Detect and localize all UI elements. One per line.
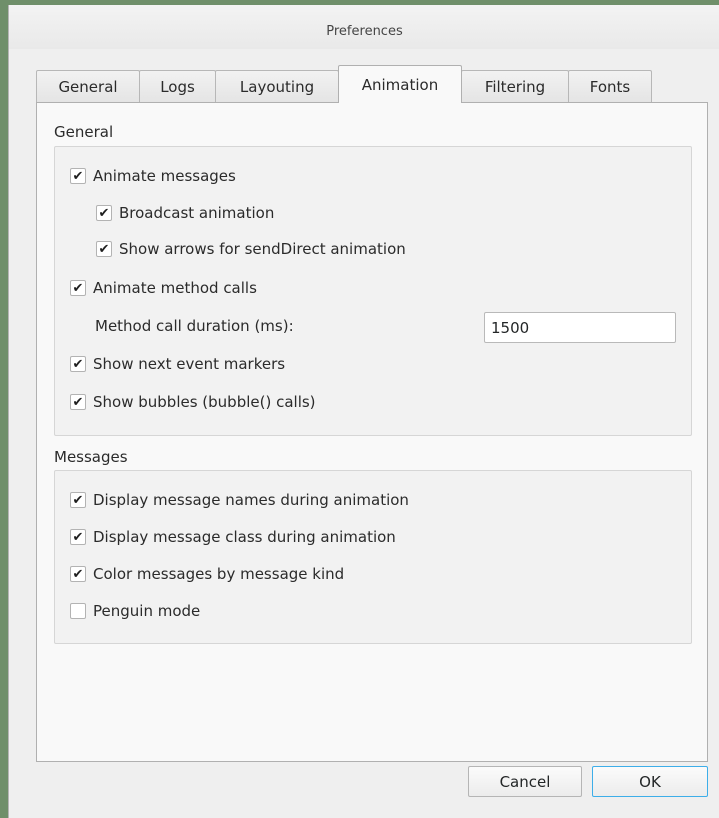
- display-message-class-checkbox[interactable]: ✔: [70, 529, 86, 545]
- animate-method-calls-checkbox[interactable]: ✔: [70, 280, 86, 296]
- tab-general[interactable]: General: [36, 70, 140, 103]
- animation-tab-panel: General ✔ Animate messages ✔ Broadcast a…: [36, 102, 708, 762]
- color-by-kind-checkbox[interactable]: ✔: [70, 566, 86, 582]
- general-section-heading: General: [54, 123, 114, 141]
- color-by-kind-label: Color messages by message kind: [93, 565, 345, 583]
- animate-method-calls-option[interactable]: ✔ Animate method calls: [70, 278, 257, 298]
- penguin-mode-checkbox[interactable]: [70, 603, 86, 619]
- method-call-duration-input[interactable]: [484, 312, 676, 343]
- broadcast-animation-checkbox[interactable]: ✔: [96, 205, 112, 221]
- preferences-dialog: Preferences General Logs Layouting Anima…: [8, 5, 719, 818]
- show-bubbles-label: Show bubbles (bubble() calls): [93, 393, 316, 411]
- window-title: Preferences: [326, 24, 403, 39]
- tab-layouting[interactable]: Layouting: [215, 70, 339, 103]
- animate-method-calls-label: Animate method calls: [93, 279, 257, 297]
- show-next-event-markers-checkbox[interactable]: ✔: [70, 356, 86, 372]
- broadcast-animation-option[interactable]: ✔ Broadcast animation: [96, 203, 274, 223]
- show-arrows-checkbox[interactable]: ✔: [96, 241, 112, 257]
- cancel-button[interactable]: Cancel: [468, 766, 582, 797]
- show-bubbles-option[interactable]: ✔ Show bubbles (bubble() calls): [70, 392, 316, 412]
- display-message-names-option[interactable]: ✔ Display message names during animation: [70, 490, 409, 510]
- show-arrows-option[interactable]: ✔ Show arrows for sendDirect animation: [96, 239, 406, 259]
- penguin-mode-label: Penguin mode: [93, 602, 201, 620]
- animate-messages-label: Animate messages: [93, 167, 236, 185]
- penguin-mode-option[interactable]: Penguin mode: [70, 601, 200, 621]
- display-message-names-checkbox[interactable]: ✔: [70, 492, 86, 508]
- messages-section-heading: Messages: [54, 448, 128, 466]
- show-bubbles-checkbox[interactable]: ✔: [70, 394, 86, 410]
- show-next-event-markers-option[interactable]: ✔ Show next event markers: [70, 354, 285, 374]
- display-message-class-option[interactable]: ✔ Display message class during animation: [70, 527, 396, 547]
- tab-fonts[interactable]: Fonts: [568, 70, 652, 103]
- animate-messages-checkbox[interactable]: ✔: [70, 168, 86, 184]
- show-next-event-markers-label: Show next event markers: [93, 355, 286, 373]
- tab-animation[interactable]: Animation: [338, 65, 462, 103]
- broadcast-animation-label: Broadcast animation: [119, 204, 275, 222]
- tab-filtering[interactable]: Filtering: [461, 70, 569, 103]
- show-arrows-label: Show arrows for sendDirect animation: [119, 240, 406, 258]
- title-bar[interactable]: Preferences: [9, 5, 719, 49]
- animate-messages-option[interactable]: ✔ Animate messages: [70, 166, 236, 186]
- ok-button[interactable]: OK: [592, 766, 708, 797]
- tab-bar: General Logs Layouting Animation Filteri…: [36, 65, 652, 103]
- method-call-duration-label: Method call duration (ms):: [95, 317, 294, 335]
- display-message-class-label: Display message class during animation: [93, 528, 396, 546]
- tab-logs[interactable]: Logs: [139, 70, 216, 103]
- color-by-kind-option[interactable]: ✔ Color messages by message kind: [70, 564, 344, 584]
- display-message-names-label: Display message names during animation: [93, 491, 409, 509]
